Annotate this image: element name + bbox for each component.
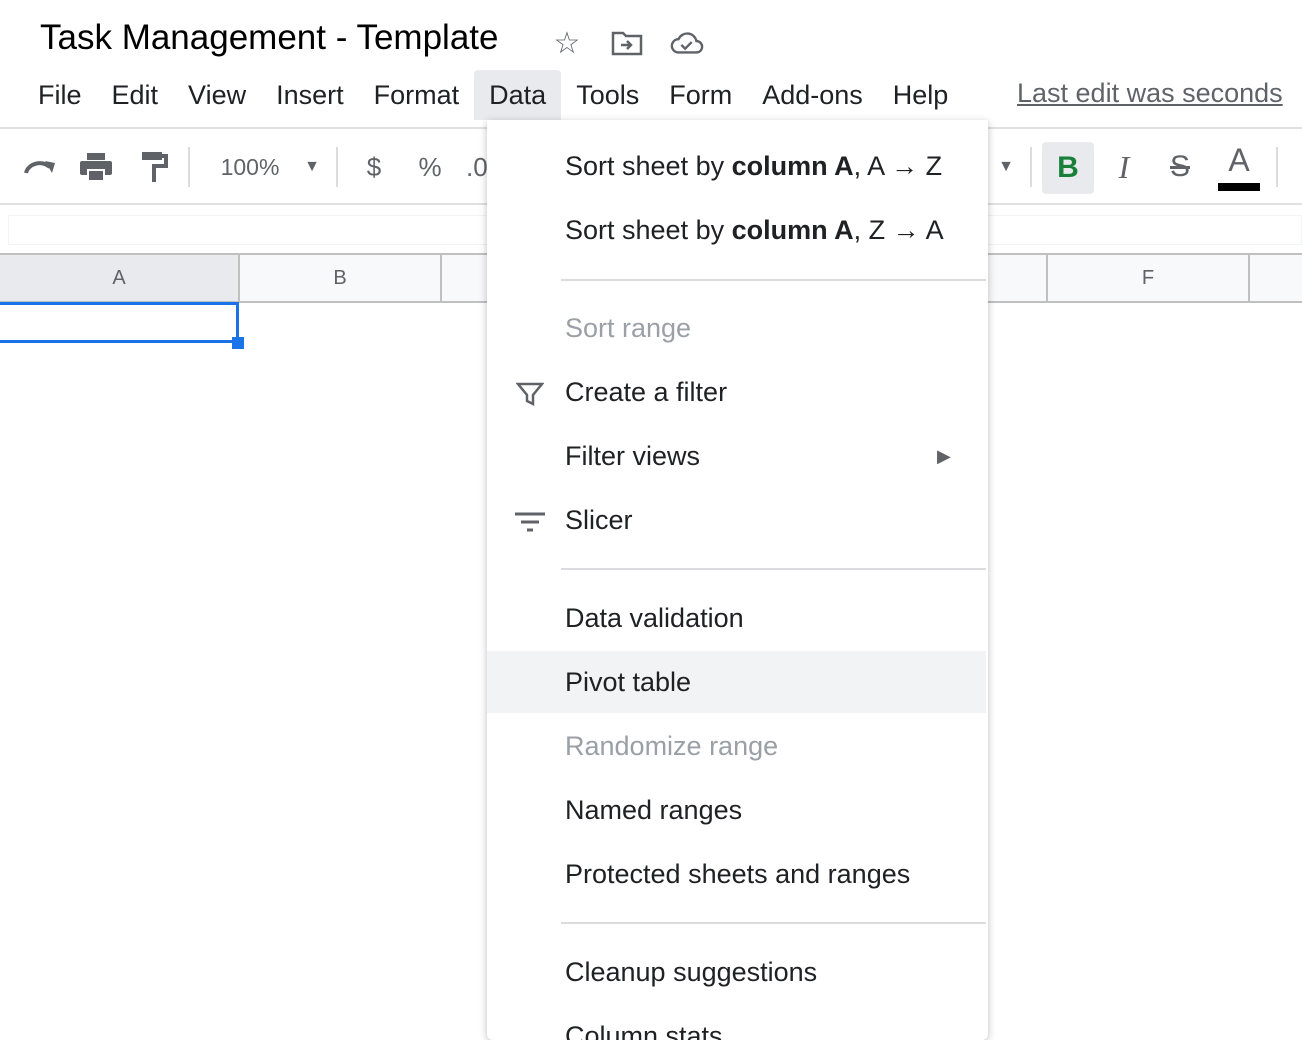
document-title[interactable]: Task Management - Template (40, 18, 498, 58)
column-header-b[interactable]: B (240, 255, 442, 301)
column-header-f[interactable]: F (1048, 255, 1250, 301)
fill-handle[interactable] (232, 337, 244, 349)
move-to-folder-icon[interactable] (610, 26, 644, 60)
menu-item-create-filter[interactable]: Create a filter (487, 361, 986, 423)
zoom-select[interactable]: 100% (214, 149, 286, 185)
zoom-dropdown-icon[interactable]: ▼ (300, 149, 324, 185)
menu-separator (561, 279, 986, 281)
menu-view[interactable]: View (173, 70, 261, 120)
menu-item-column-stats[interactable]: Column stats (487, 1005, 986, 1040)
menu-item-sort-range: Sort range (565, 313, 692, 343)
star-icon[interactable]: ☆ (550, 26, 584, 60)
text-color-button[interactable]: A (1218, 142, 1260, 178)
cloud-saved-icon[interactable] (670, 26, 704, 60)
menu-item-sort-a-z[interactable]: Sort sheet by column A, A → Z (487, 135, 986, 197)
text-color-swatch (1218, 183, 1260, 191)
menu-item-named-ranges[interactable]: Named ranges (487, 779, 986, 841)
percent-format-button[interactable]: % (416, 149, 444, 185)
menu-data[interactable]: Data (474, 70, 562, 120)
italic-button[interactable]: I (1106, 149, 1142, 185)
column-header-a[interactable]: A (0, 255, 240, 301)
menu-item-protected-sheets[interactable]: Protected sheets and ranges (487, 843, 986, 905)
menu-add-ons[interactable]: Add-ons (747, 70, 878, 120)
menu-item-slicer[interactable]: Slicer (487, 489, 986, 551)
font-size-dropdown-icon[interactable]: ▼ (994, 149, 1018, 185)
menu-item-filter-views[interactable]: Filter views ▶ (487, 425, 986, 487)
selected-cell-a1[interactable] (0, 302, 239, 343)
menu-help[interactable]: Help (878, 70, 964, 120)
menu-tools[interactable]: Tools (561, 70, 654, 120)
menu-item-sort-z-a[interactable]: Sort sheet by column A, Z → A (487, 199, 986, 261)
menu-item-randomize-range: Randomize range (565, 731, 779, 761)
last-edit-link[interactable]: Last edit was seconds (1017, 78, 1283, 109)
strikethrough-button[interactable]: S (1162, 149, 1198, 185)
menu-item-pivot-table[interactable]: Pivot table (487, 651, 986, 713)
slicer-icon (515, 489, 545, 551)
menu-form[interactable]: Form (654, 70, 747, 120)
menu-format[interactable]: Format (359, 70, 475, 120)
filter-icon (515, 361, 545, 423)
currency-format-button[interactable]: $ (360, 149, 388, 185)
menu-file[interactable]: File (0, 70, 97, 120)
redo-icon[interactable] (22, 149, 58, 185)
menu-item-data-validation[interactable]: Data validation (487, 587, 986, 649)
data-menu-dropdown: Sort sheet by column A, A → Z Sort sheet… (487, 120, 988, 1040)
print-icon[interactable] (78, 149, 114, 185)
submenu-arrow-icon: ▶ (937, 446, 951, 466)
menu-item-cleanup-suggestions[interactable]: Cleanup suggestions (487, 941, 986, 1003)
bold-button[interactable]: B (1042, 142, 1094, 194)
menu-edit[interactable]: Edit (97, 70, 174, 120)
menu-bar: File Edit View Insert Format Data Tools … (0, 70, 963, 120)
menu-separator (561, 922, 986, 924)
menu-separator (561, 568, 986, 570)
menu-insert[interactable]: Insert (261, 70, 359, 120)
paint-format-icon[interactable] (136, 149, 172, 185)
